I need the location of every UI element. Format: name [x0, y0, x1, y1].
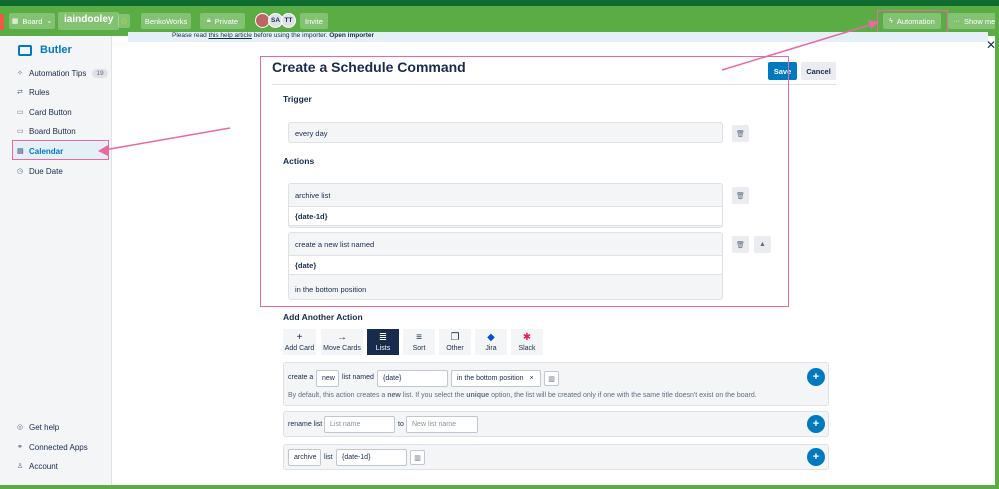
annotation-arrow [103, 127, 231, 151]
arrow-head [868, 20, 879, 29]
annotation-arrow [721, 23, 874, 71]
arrow-head [98, 145, 108, 156]
annotation-arrows [98, 20, 879, 156]
